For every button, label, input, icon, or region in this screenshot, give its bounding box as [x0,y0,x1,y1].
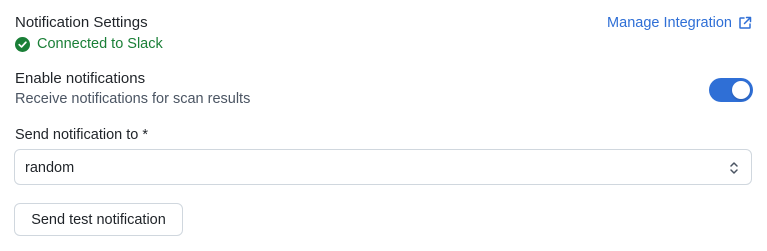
enable-notifications-label: Enable notifications [15,70,146,87]
send-test-notification-button[interactable]: Send test notification [14,203,183,236]
external-link-icon [738,16,752,30]
enable-notifications-toggle[interactable] [709,78,753,102]
send-notification-to-label: Send notification to * [15,127,149,143]
status-text: Connected to Slack [37,36,163,52]
toggle-knob [732,81,750,99]
check-circle-icon [15,36,30,52]
manage-integration-link[interactable]: Manage Integration [607,14,752,32]
section-title: Notification Settings [15,14,148,31]
enable-notifications-description: Receive notifications for scan results [15,91,251,107]
notification-settings-panel: Notification Settings Connected to Slack… [0,0,767,251]
manage-integration-label: Manage Integration [607,15,732,31]
chevron-up-down-icon [728,159,740,177]
channel-select-value: random [25,160,75,176]
channel-select[interactable]: random [14,149,752,185]
connection-status: Connected to Slack [15,35,163,53]
